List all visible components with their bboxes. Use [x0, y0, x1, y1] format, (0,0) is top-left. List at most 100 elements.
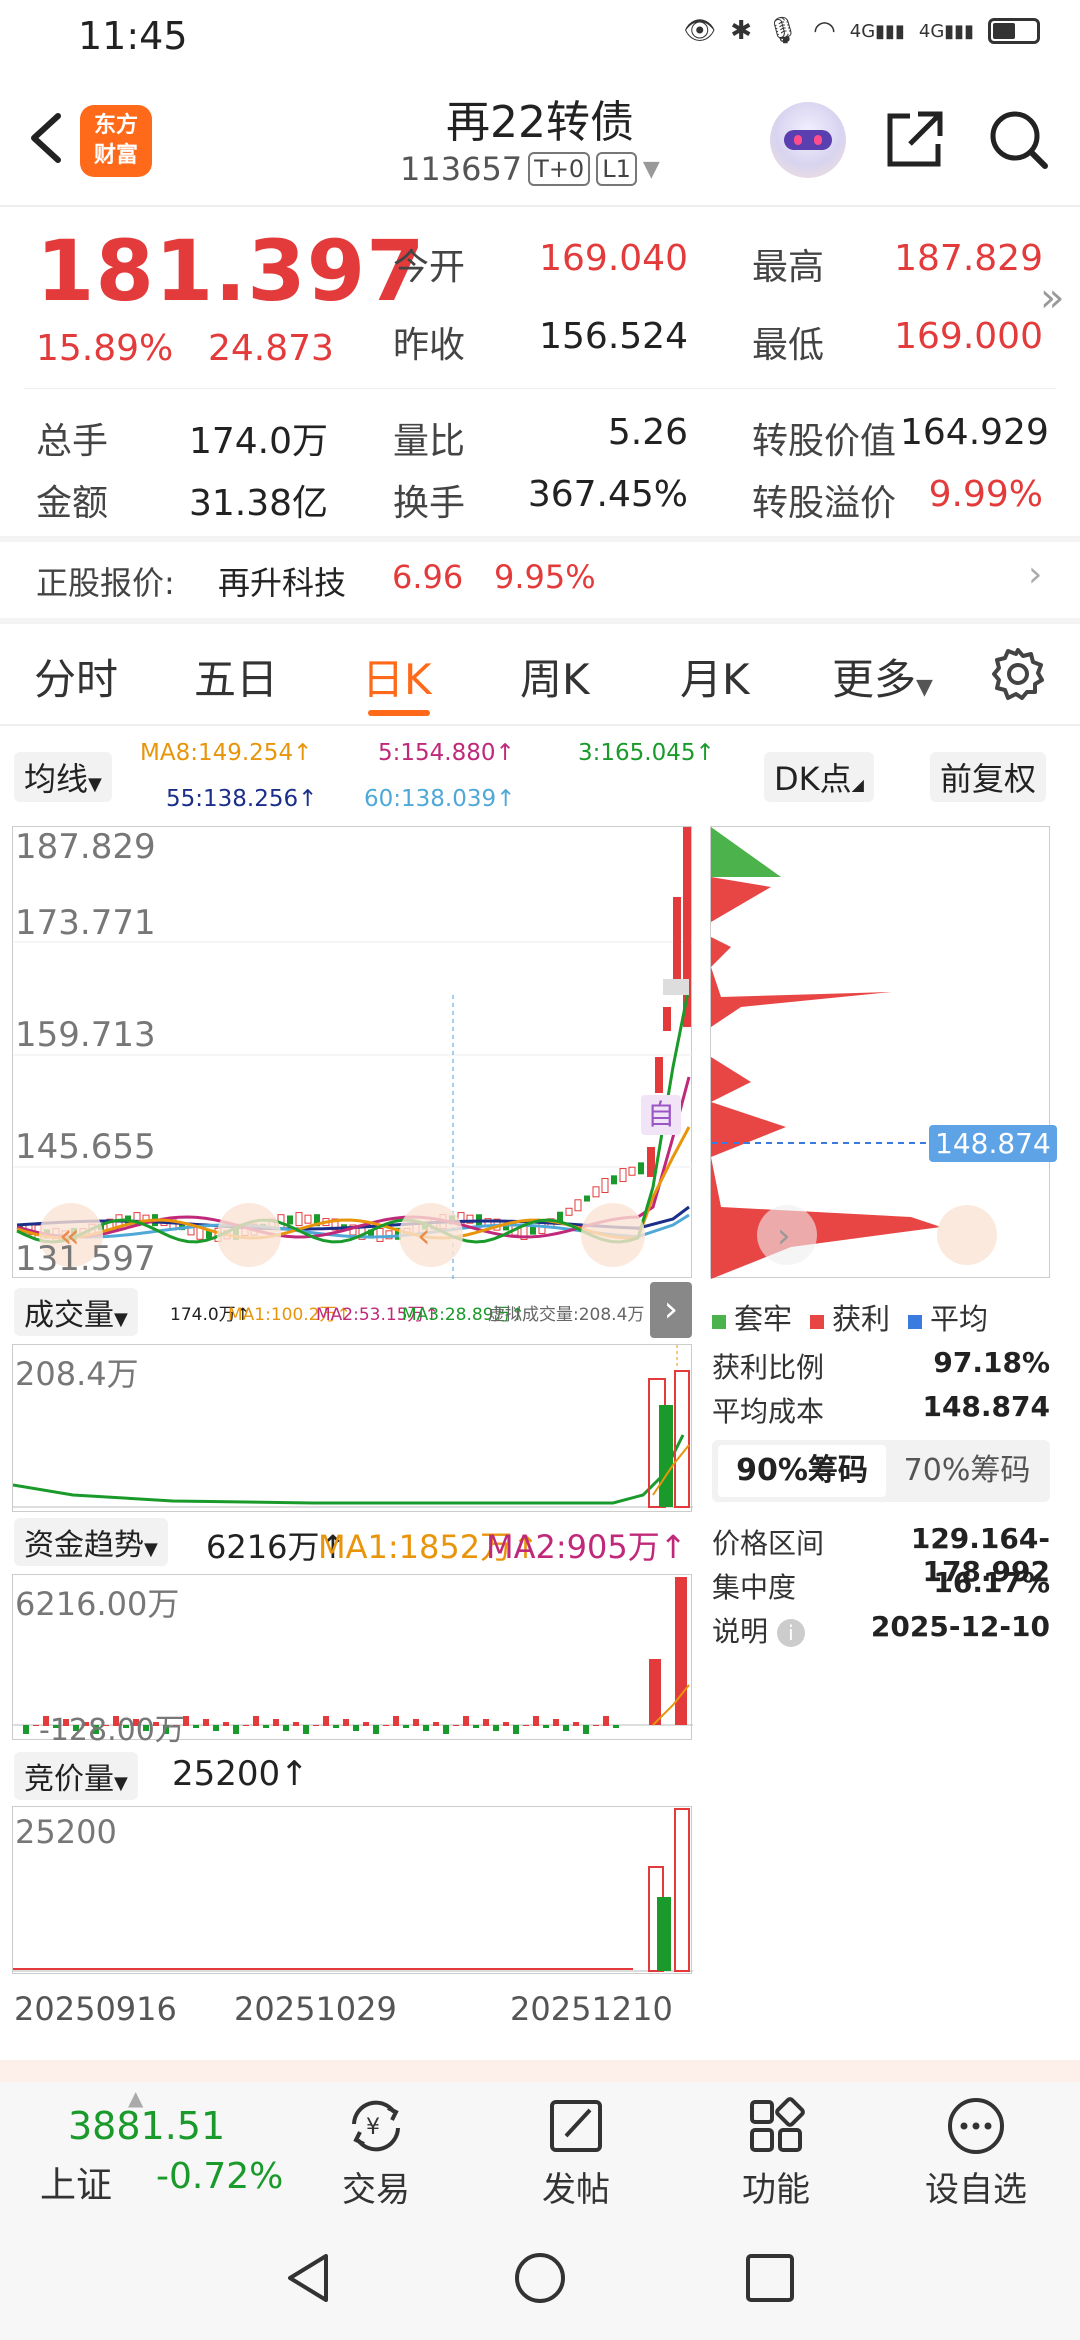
date-label: 20251210	[510, 1990, 673, 2028]
underlying-price: 6.96	[392, 558, 464, 596]
tab-intraday[interactable]: 分时	[34, 646, 118, 707]
last-price: 181.397	[36, 222, 426, 320]
chevron-right-icon: ›	[1028, 554, 1043, 595]
tab-90-chips[interactable]: 90%筹码	[718, 1445, 886, 1497]
nav-recents-icon[interactable]	[742, 2250, 798, 2306]
auction-y-top: 25200	[15, 1813, 117, 1851]
share-icon[interactable]	[882, 106, 948, 172]
divider	[0, 205, 1080, 207]
caret-down-icon: ▼	[88, 774, 102, 795]
stock-code-row[interactable]: 113657 T+0 L1 ▼	[400, 150, 660, 188]
tab-5day[interactable]: 五日	[194, 646, 278, 707]
tab-active-indicator	[368, 710, 430, 716]
underlying-stock-row[interactable]: 正股报价: 再升科技 6.96 9.95% ›	[0, 540, 1080, 618]
low-label: 最低	[752, 325, 825, 366]
search-icon[interactable]	[985, 106, 1051, 172]
svg-text:‹: ‹	[417, 1216, 431, 1256]
apps-icon	[750, 2097, 805, 2152]
underlying-name: 再升科技	[218, 564, 347, 602]
fund-bar	[533, 1716, 539, 1726]
assistant-avatar[interactable]	[770, 102, 846, 178]
brand-logo[interactable]: 东方 财富	[80, 105, 152, 177]
chip-legend: 套牢 获利 平均	[712, 1296, 988, 1338]
nav-home-icon[interactable]	[512, 2250, 568, 2306]
candle	[287, 1215, 293, 1225]
tag-t0: T+0	[528, 152, 591, 186]
index-change: -0.72%	[156, 2156, 284, 2197]
ma-selector[interactable]: 均线▼	[14, 752, 112, 802]
note-label[interactable]: 说明 i	[712, 1610, 805, 1650]
fund-bar	[423, 1725, 429, 1731]
fund-bar	[193, 1725, 199, 1728]
candle	[611, 1175, 617, 1185]
vol-ratio-value: 5.26	[607, 412, 688, 453]
prev-close-value: 156.524	[539, 316, 688, 357]
volume-value: 174.0万	[188, 421, 328, 462]
fund-bar	[523, 1725, 529, 1726]
fund-bar	[503, 1722, 509, 1726]
fund-bar	[483, 1719, 489, 1726]
tab-daily-k[interactable]: 日K	[362, 646, 432, 707]
vol-ratio-label: 量比	[393, 421, 466, 462]
back-arrow-icon[interactable]	[22, 108, 72, 168]
fund-bar	[263, 1725, 269, 1728]
fund-trend-chart: 6216.00万 -128.00万	[12, 1574, 693, 1748]
fund-bar	[393, 1716, 399, 1726]
fund-bar	[403, 1725, 409, 1728]
volume-chart: 208.4万	[12, 1344, 693, 1512]
kline-chart[interactable]: « ‹ 187.829 173.771 159.713 145.655 131.…	[12, 826, 693, 1279]
avg-cost-label: 平均成本	[712, 1395, 825, 1428]
bottom-bar: ▲ 3881.51 上证 -0.72% ¥ 交易 发帖 功能 设自选	[0, 2082, 1080, 2222]
tab-weekly-k[interactable]: 周K	[520, 646, 590, 707]
forward-adjust-button[interactable]: 前复权	[930, 752, 1047, 802]
fund-trend-selector[interactable]: 资金趋势▼	[14, 1518, 168, 1566]
conv-value: 164.929	[900, 412, 1049, 453]
fund-bar	[583, 1725, 589, 1734]
tab-more[interactable]: 更多▼	[832, 646, 933, 707]
date-label: 20251029	[234, 1990, 397, 2028]
battery-icon	[988, 18, 1040, 44]
tab-70-chips[interactable]: 70%筹码	[888, 1445, 1046, 1497]
nav-add-watchlist[interactable]: 设自选	[906, 2094, 1046, 2211]
candle	[295, 1212, 303, 1227]
page-title: 再22转债	[446, 97, 634, 148]
candle	[304, 1214, 312, 1224]
concentration-value: 16.17%	[933, 1566, 1050, 1599]
self-select-marker[interactable]: 自	[641, 1095, 681, 1135]
status-bar: 11:45 👁 ✱ 🎙 ◠ 4G▮▮▮ 4G▮▮▮	[0, 0, 1080, 72]
fund-y-top: 6216.00万	[15, 1585, 180, 1623]
nav-post[interactable]: 发帖	[506, 2094, 646, 2211]
info-icon[interactable]: i	[776, 1619, 805, 1647]
fund-bar	[353, 1725, 359, 1731]
nav-trade[interactable]: ¥ 交易	[306, 2094, 446, 2211]
note-date: 2025-12-10	[870, 1610, 1050, 1643]
dk-point-button[interactable]: DK点◢	[764, 752, 874, 802]
low-value: 169.000	[894, 316, 1043, 357]
chevron-right-icon[interactable]: »	[1040, 275, 1064, 321]
turnover-label: 换手	[393, 483, 466, 524]
fund-bar	[433, 1722, 439, 1726]
tab-monthly-k[interactable]: 月K	[680, 646, 750, 707]
chip-distribution-chart[interactable]: › 148.874	[710, 826, 1057, 1279]
fund-bar	[273, 1719, 279, 1726]
amount-label: 金额	[36, 483, 109, 524]
fund-bar	[613, 1725, 619, 1728]
ma8-value: MA8:149.254↑	[140, 740, 313, 766]
y-label: 159.713	[15, 1015, 156, 1055]
gear-icon[interactable]	[990, 646, 1046, 702]
fund-bar	[313, 1725, 319, 1726]
collapse-panel-button[interactable]: ›	[650, 1282, 692, 1338]
status-icons: 👁 ✱ 🎙 ◠ 4G▮▮▮ 4G▮▮▮	[683, 16, 1040, 46]
divider	[24, 388, 1056, 389]
signal-icon-2: 4G▮▮▮	[918, 20, 974, 42]
fund-bar	[23, 1725, 29, 1734]
volume-selector[interactable]: 成交量▼	[14, 1288, 138, 1336]
period-tabs: 分时 五日 日K 周K 月K 更多▼	[0, 640, 1080, 720]
index-ticker[interactable]: ▲ 3881.51 上证 -0.72%	[30, 2086, 283, 2218]
underlying-label: 正股报价:	[36, 564, 175, 602]
nav-back-icon[interactable]	[282, 2250, 338, 2306]
auction-selector[interactable]: 竞价量▼	[14, 1752, 138, 1800]
high-label: 最高	[752, 247, 825, 288]
nav-functions[interactable]: 功能	[706, 2094, 846, 2211]
chip-svg: ›	[711, 827, 1051, 1279]
